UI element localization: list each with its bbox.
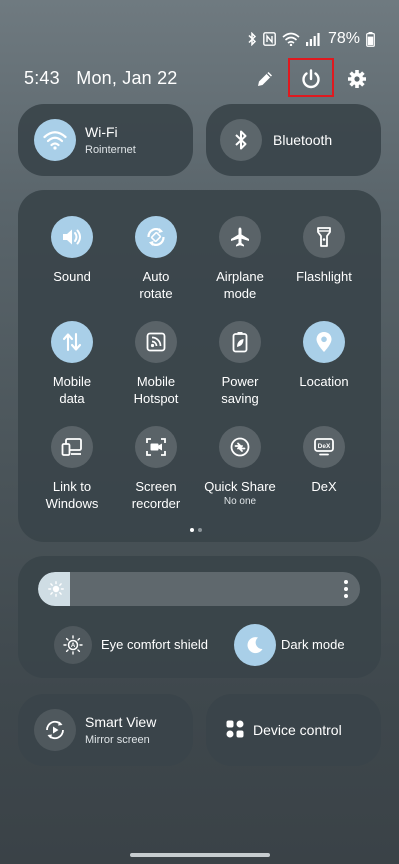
dex-toggle[interactable]: DeX DeX (282, 426, 366, 495)
quick-share-sublabel: No one (223, 496, 257, 507)
mobile-hotspot-label: Mobile Hotspot (133, 374, 179, 406)
status-bar: 78% (247, 30, 375, 48)
bluetooth-title: Bluetooth (273, 132, 333, 148)
quick-share-icon (219, 426, 261, 468)
data-arrows-icon (51, 321, 93, 363)
screen-recorder-toggle[interactable]: Screen recorder (114, 426, 198, 512)
device-control-title: Device control (253, 722, 342, 738)
speaker-icon (51, 216, 93, 258)
dex-icon: DeX (303, 426, 345, 468)
eye-comfort-label: Eye comfort shield (101, 637, 208, 652)
dex-label: DeX (311, 479, 337, 494)
moon-icon (234, 624, 276, 666)
auto-rotate-toggle[interactable]: Auto rotate (114, 216, 198, 302)
sun-icon (48, 581, 64, 597)
flashlight-icon (303, 216, 345, 258)
power-saving-toggle[interactable]: Power saving (198, 321, 282, 407)
quick-share-label: Quick Share (204, 479, 276, 494)
airplane-icon (219, 216, 261, 258)
brightness-slider[interactable] (38, 572, 360, 606)
pencil-icon[interactable] (252, 66, 278, 92)
display-panel: A Eye comfort shield Dark mode (18, 556, 381, 678)
power-saving-label: Power saving (221, 374, 259, 406)
eye-comfort-toggle[interactable]: A Eye comfort shield (18, 626, 208, 668)
wifi-tile[interactable]: Wi-Fi Rointernet (18, 104, 193, 176)
link-windows-icon (51, 426, 93, 468)
mobile-data-label: Mobile data (52, 374, 92, 406)
clock-date: 5:43 Mon, Jan 22 (24, 68, 178, 89)
date: Mon, Jan 22 (76, 68, 178, 88)
wifi-icon (34, 119, 76, 161)
battery-percentage: 78% (327, 30, 360, 47)
battery-leaf-icon (219, 321, 261, 363)
nfc-icon (263, 32, 276, 46)
mobile-hotspot-toggle[interactable]: Mobile Hotspot (114, 321, 198, 407)
time: 5:43 (24, 68, 60, 88)
smart-view-subtitle: Mirror screen (85, 734, 150, 746)
airplane-mode-label: Airplane mode (216, 269, 264, 301)
flashlight-toggle[interactable]: Flashlight (282, 216, 366, 285)
page-dot (198, 528, 202, 532)
location-label: Location (299, 374, 349, 389)
link-to-windows-toggle[interactable]: Link to Windows (30, 426, 114, 512)
sound-label: Sound (53, 269, 91, 284)
page-dot-active (190, 528, 194, 532)
screen-recorder-label: Screen recorder (131, 479, 181, 511)
power-highlight-box (288, 58, 334, 97)
smart-view-icon (34, 709, 76, 751)
device-control-icon (226, 720, 244, 738)
smart-view-title: Smart View (85, 714, 157, 730)
signal-icon (305, 32, 320, 46)
location-pin-icon (303, 321, 345, 363)
auto-rotate-label: Auto rotate (139, 269, 173, 301)
bluetooth-icon (247, 32, 257, 46)
smart-view-tile[interactable]: Smart View Mirror screen (18, 694, 193, 766)
page-indicator (190, 528, 202, 532)
rotate-icon (135, 216, 177, 258)
wifi-title: Wi-Fi (85, 124, 118, 140)
airplane-mode-toggle[interactable]: Airplane mode (198, 216, 282, 302)
mobile-data-toggle[interactable]: Mobile data (30, 321, 114, 407)
flashlight-label: Flashlight (296, 269, 352, 284)
device-control-tile[interactable]: Device control (206, 694, 381, 766)
wifi-network-name: Rointernet (85, 144, 136, 156)
dark-mode-label: Dark mode (281, 637, 345, 652)
bluetooth-icon (220, 119, 262, 161)
more-options-icon[interactable] (344, 580, 348, 598)
quick-share-toggle[interactable]: Quick Share No one (198, 426, 282, 507)
wifi-icon (282, 32, 300, 46)
hotspot-icon (135, 321, 177, 363)
location-toggle[interactable]: Location (282, 321, 366, 390)
navigation-gesture-bar[interactable] (130, 853, 270, 857)
svg-text:DeX: DeX (318, 443, 331, 450)
screen-recorder-icon (135, 426, 177, 468)
svg-text:A: A (71, 643, 76, 649)
battery-icon (366, 31, 375, 47)
eye-comfort-icon: A (54, 626, 92, 664)
link-to-windows-label: Link to Windows (45, 479, 99, 511)
bluetooth-tile[interactable]: Bluetooth (206, 104, 381, 176)
sound-toggle[interactable]: Sound (30, 216, 114, 285)
quick-settings-panel: Sound Auto rotate Airplane mode Flashlig… (18, 190, 381, 542)
dark-mode-toggle[interactable]: Dark mode (218, 624, 381, 668)
gear-icon[interactable] (344, 66, 370, 92)
